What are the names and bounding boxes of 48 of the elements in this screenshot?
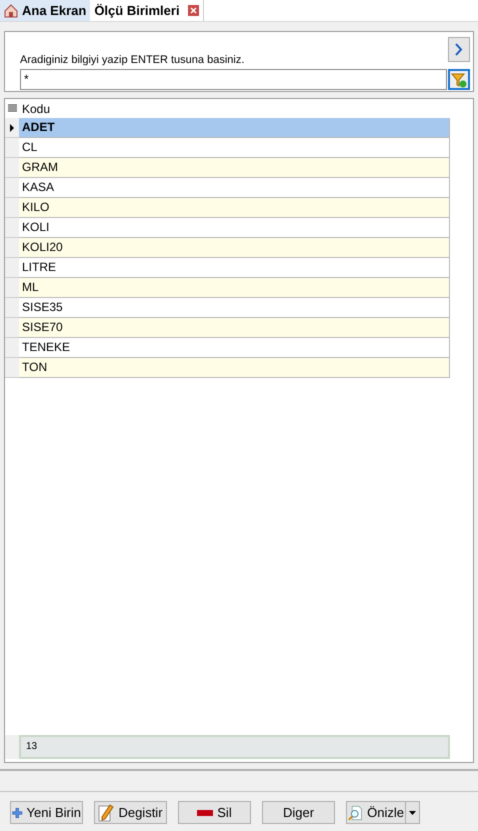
row-indicator xyxy=(5,218,19,238)
pencil-icon xyxy=(98,804,114,822)
edit-button[interactable]: Degistir xyxy=(94,801,167,824)
close-icon[interactable] xyxy=(188,5,199,16)
table-cell[interactable]: KASA xyxy=(19,178,450,198)
row-indicator xyxy=(5,178,19,198)
search-field[interactable]: * xyxy=(20,69,447,90)
row-indicator xyxy=(5,238,19,258)
row-indicator xyxy=(5,258,19,278)
table-cell[interactable]: TENEKE xyxy=(19,338,450,358)
minus-icon xyxy=(197,810,214,816)
table-cell[interactable]: KOLI xyxy=(19,218,450,238)
tab[interactable]: Ana Ekran xyxy=(0,0,90,21)
table-cell[interactable]: TON xyxy=(19,358,450,378)
row-indicator xyxy=(5,298,19,318)
row-indicator xyxy=(5,358,19,378)
row-indicator xyxy=(5,158,19,178)
filter-button[interactable] xyxy=(448,69,470,90)
dropdown-button[interactable] xyxy=(406,801,420,824)
row-indicator xyxy=(5,198,19,218)
add-button[interactable]: Yeni Birin xyxy=(10,801,83,824)
table-cell[interactable]: KILO xyxy=(19,198,450,218)
footer-indicator xyxy=(5,735,19,759)
column-header[interactable]: Kodu xyxy=(22,100,50,118)
caret-icon xyxy=(409,810,416,814)
footer-count: 13 xyxy=(19,735,450,759)
table-cell[interactable]: ADET xyxy=(19,118,450,138)
other-button[interactable]: Diger xyxy=(262,801,335,824)
chevron-right-icon xyxy=(455,43,463,56)
table-cell[interactable]: SISE70 xyxy=(19,318,450,338)
funnel-icon xyxy=(451,72,467,88)
house-icon xyxy=(4,4,18,18)
table-cell[interactable]: LITRE xyxy=(19,258,450,278)
preview-button[interactable]: Önizle xyxy=(346,801,406,824)
magnifier-page-icon xyxy=(348,804,364,822)
table-cell[interactable]: CL xyxy=(19,138,450,158)
current-row-icon xyxy=(10,124,14,132)
row-indicator xyxy=(5,278,19,298)
delete-button[interactable]: Sil xyxy=(178,801,251,824)
row-indicator xyxy=(5,318,19,338)
row-indicator xyxy=(5,338,19,358)
table-cell[interactable]: SISE35 xyxy=(19,298,450,318)
table-cell[interactable]: KOLI20 xyxy=(19,238,450,258)
table-cell[interactable]: ML xyxy=(19,278,450,298)
search-label: Aradiginiz bilgiyi yazip ENTER tusuna basiniz. xyxy=(20,54,246,67)
list-icon xyxy=(8,104,17,113)
next-button[interactable] xyxy=(448,37,470,62)
table-cell[interactable]: GRAM xyxy=(19,158,450,178)
